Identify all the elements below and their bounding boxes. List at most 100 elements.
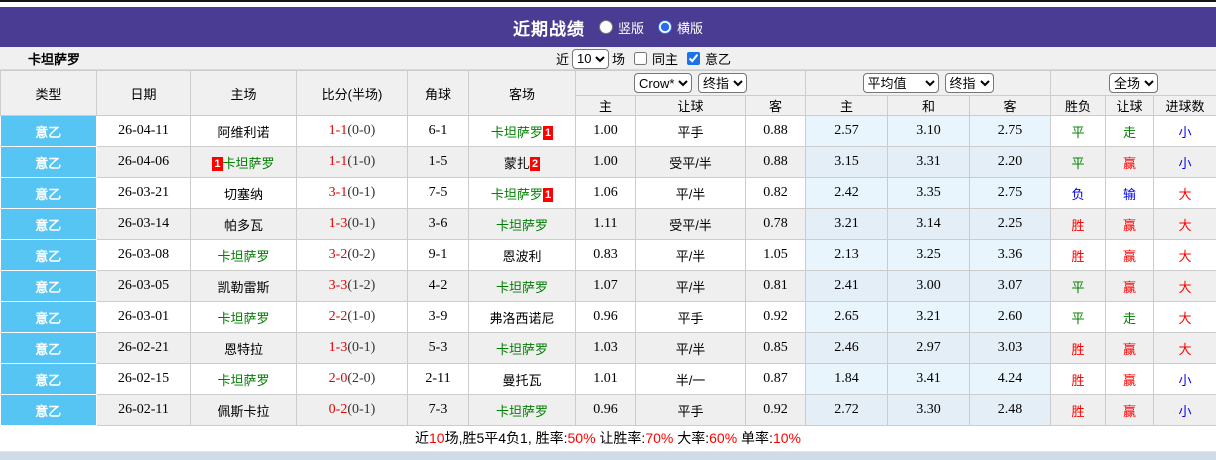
- handicap-home-odds-cell: 0.83: [576, 240, 636, 271]
- avg-away-odds-cell: 4.24: [970, 364, 1051, 395]
- date-cell: 26-03-21: [97, 178, 191, 209]
- layout-option-vertical[interactable]: 竖版: [599, 18, 644, 37]
- away-team-cell: 恩波利: [469, 240, 576, 271]
- corner-cell: 3-6: [408, 209, 469, 240]
- away-team-name: 弗洛西诺尼: [489, 311, 554, 326]
- home-team-cell: 阿维利诺: [191, 116, 297, 147]
- full-match-select[interactable]: 全场: [1109, 73, 1158, 93]
- handicap-line-cell: 受平/半: [636, 147, 746, 178]
- date-cell: 26-03-05: [97, 271, 191, 302]
- same-home-checkbox[interactable]: [634, 52, 647, 65]
- halftime-score: (1-0): [347, 154, 375, 169]
- handicap-group-header: Crow* 终指: [576, 71, 806, 96]
- avg-draw-odds-cell: 3.21: [888, 302, 970, 333]
- halftime-score: (1-2): [347, 278, 375, 293]
- table-body: 意乙26-04-11阿维利诺1-1(0-0)6-1卡坦萨罗11.00平手0.88…: [1, 116, 1216, 426]
- results-table: 类型 日期 主场 比分(半场) 角球 客场 Crow*终指 平均值终指 全场 主…: [0, 70, 1216, 426]
- table-row: 意乙26-04-11阿维利诺1-1(0-0)6-1卡坦萨罗11.00平手0.88…: [1, 116, 1216, 147]
- handicap-line-cell: 平/半: [636, 240, 746, 271]
- halftime-score: (0-1): [347, 185, 375, 200]
- home-team-cell: 切塞纳: [191, 178, 297, 209]
- handicap-away-odds-cell: 0.82: [746, 178, 806, 209]
- avg-draw-odds-cell: 3.14: [888, 209, 970, 240]
- halftime-score: (2-0): [347, 371, 375, 386]
- home-team-name: 阿维利诺: [217, 125, 269, 140]
- summary-stat-value: 70%: [645, 430, 673, 446]
- col-header-home: 主场: [191, 71, 297, 116]
- avg-home-odds-cell: 1.84: [806, 364, 888, 395]
- winlose-result-cell: 胜: [1051, 333, 1106, 364]
- summary-stat-label: 场,胜5平4负1, 胜率:: [445, 430, 568, 446]
- table-row: 意乙26-04-061卡坦萨罗1-1(1-0)1-5蒙扎21.00受平/半0.8…: [1, 147, 1216, 178]
- layout-option-horizontal[interactable]: 横版: [658, 18, 703, 37]
- avg-home-odds-cell: 2.46: [806, 333, 888, 364]
- winlose-result-cell: 胜: [1051, 395, 1106, 426]
- halftime-score: (0-1): [347, 216, 375, 231]
- halftime-score: (0-0): [347, 123, 375, 138]
- col-header-away: 客场: [469, 71, 576, 116]
- team-rank-badge: 2: [530, 157, 540, 171]
- odds-company-select[interactable]: Crow*: [634, 73, 692, 93]
- handicap-home-odds-cell: 1.00: [576, 116, 636, 147]
- league-cell: 意乙: [1, 147, 97, 178]
- home-team-cell: 1卡坦萨罗: [191, 147, 297, 178]
- handicap-result-cell: 赢: [1106, 147, 1154, 178]
- league-cell: 意乙: [1, 364, 97, 395]
- handicap-away-odds-cell: 0.85: [746, 333, 806, 364]
- handicap-away-odds-cell: 0.92: [746, 302, 806, 333]
- avg-away-odds-cell: 3.03: [970, 333, 1051, 364]
- handicap-home-odds-cell: 1.03: [576, 333, 636, 364]
- average-stage-select[interactable]: 终指: [945, 73, 994, 93]
- avg-away-odds-cell: 2.20: [970, 147, 1051, 178]
- halftime-score: (0-2): [347, 247, 375, 262]
- summary-stat-value: 10%: [773, 430, 801, 446]
- handicap-away-odds-cell: 0.78: [746, 209, 806, 240]
- corner-cell: 4-2: [408, 271, 469, 302]
- avg-draw-odds-cell: 3.25: [888, 240, 970, 271]
- home-team-name: 帕多瓦: [224, 218, 263, 233]
- score-cell: 3-2(0-2): [297, 240, 408, 271]
- summary-stat-label: 让胜率:: [596, 430, 646, 446]
- team-rank-badge: 1: [543, 188, 553, 202]
- horizontal-radio-label: 横版: [677, 18, 703, 37]
- handicap-home-odds-cell: 0.96: [576, 302, 636, 333]
- handicap-line-cell: 受平/半: [636, 209, 746, 240]
- vertical-radio-label: 竖版: [618, 18, 644, 37]
- fulltime-score: 3-1: [329, 185, 348, 200]
- handicap-away-odds-cell: 0.81: [746, 271, 806, 302]
- away-team-cell: 蒙扎2: [469, 147, 576, 178]
- home-team-name: 佩斯卡拉: [217, 404, 269, 419]
- avg-away-odds-cell: 2.48: [970, 395, 1051, 426]
- date-cell: 26-02-11: [97, 395, 191, 426]
- league-cell: 意乙: [1, 116, 97, 147]
- score-cell: 3-3(1-2): [297, 271, 408, 302]
- horizontal-radio[interactable]: [658, 20, 672, 34]
- home-team-cell: 凯勒雷斯: [191, 271, 297, 302]
- avg-home-odds-cell: 2.65: [806, 302, 888, 333]
- date-cell: 26-04-06: [97, 147, 191, 178]
- away-team-cell: 卡坦萨罗: [469, 271, 576, 302]
- winlose-result-cell: 平: [1051, 271, 1106, 302]
- handicap-away-odds-cell: 0.92: [746, 395, 806, 426]
- score-cell: 0-2(0-1): [297, 395, 408, 426]
- home-team-name: 卡坦萨罗: [217, 249, 269, 264]
- date-cell: 26-03-01: [97, 302, 191, 333]
- home-team-cell: 卡坦萨罗: [191, 302, 297, 333]
- vertical-radio[interactable]: [599, 20, 613, 34]
- halftime-score: (1-0): [347, 309, 375, 324]
- fulltime-score: 1-3: [329, 340, 348, 355]
- score-cell: 1-1(1-0): [297, 147, 408, 178]
- summary-stat-label: 近: [415, 430, 429, 446]
- handicap-stage-select[interactable]: 终指: [698, 73, 747, 93]
- fulltime-score: 2-0: [329, 371, 348, 386]
- league-filter-checkbox[interactable]: [687, 52, 700, 65]
- home-team-cell: 佩斯卡拉: [191, 395, 297, 426]
- table-row: 意乙26-03-21切塞纳3-1(0-1)7-5卡坦萨罗11.06平/半0.82…: [1, 178, 1216, 209]
- average-odds-select[interactable]: 平均值: [863, 73, 939, 93]
- match-count-select[interactable]: 10: [572, 49, 609, 69]
- goals-result-cell: 小: [1154, 364, 1216, 395]
- handicap-result-cell: 赢: [1106, 271, 1154, 302]
- league-cell: 意乙: [1, 395, 97, 426]
- date-cell: 26-02-21: [97, 333, 191, 364]
- handicap-result-cell: 走: [1106, 116, 1154, 147]
